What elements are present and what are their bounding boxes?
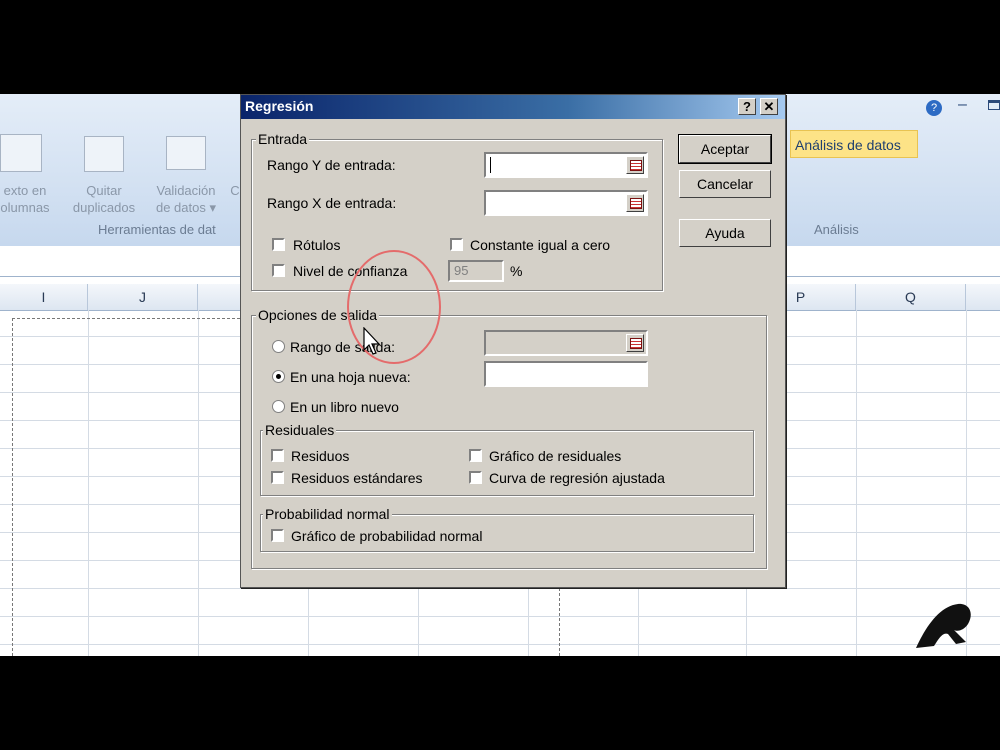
data-validation-icon [166,136,206,170]
constante-checkbox[interactable] [450,238,463,251]
hoja-nueva-label[interactable]: En una hoja nueva: [290,368,411,386]
restore-icon[interactable] [988,100,1000,110]
grafico-residuales-checkbox[interactable] [469,449,482,462]
rango-y-input[interactable] [484,152,648,178]
validacion-line2: de datos ▾ [155,200,216,215]
watermark-logo-icon [916,603,971,648]
nivel-unit: % [510,263,523,279]
grid-line [0,616,1000,617]
ayuda-button[interactable]: Ayuda [679,219,771,247]
help-button[interactable]: ? [738,98,756,115]
aceptar-button[interactable]: Aceptar [678,134,772,164]
cancelar-button[interactable]: Cancelar [679,170,771,198]
residuos-estandares-checkbox[interactable] [271,471,284,484]
probabilidad-legend: Probabilidad normal [263,506,392,522]
quitar-line2: duplicados [72,200,136,215]
rango-salida-input[interactable] [484,330,648,356]
rotulos-label[interactable]: Rótulos [293,236,340,254]
opciones-salida-group: Opciones de salida Rango de salida: En u… [251,307,767,569]
grafico-probabilidad-label[interactable]: Gráfico de probabilidad normal [291,527,482,545]
text-cursor [490,157,491,173]
dialog-title-bar[interactable]: Regresión ? ✕ [241,95,785,119]
group-analisis-label: Análisis [814,222,859,237]
grid-line [198,310,199,656]
grid-line [856,310,857,656]
grafico-residuales-label[interactable]: Gráfico de residuales [489,447,621,465]
hoja-nueva-input[interactable] [484,361,648,387]
constante-label[interactable]: Constante igual a cero [470,236,610,254]
text-to-columns-icon [0,134,42,172]
rango-x-input[interactable] [484,190,648,216]
libro-nuevo-label[interactable]: En un libro nuevo [290,398,399,416]
rango-x-label: Rango X de entrada: [267,195,397,211]
nivel-confianza-input[interactable]: 95 [448,260,504,282]
copy-selection-border [12,318,13,656]
range-selector-icon[interactable] [626,194,644,212]
residuos-estandares-label[interactable]: Residuos estándares [291,469,423,487]
rotulos-checkbox[interactable] [272,238,285,251]
column-header-j[interactable]: J [88,284,198,310]
dialog-title: Regresión [245,98,314,114]
hoja-nueva-radio[interactable] [272,370,285,383]
group-herramientas-label: Herramientas de dat [98,222,216,237]
column-header-i[interactable]: I [0,284,88,310]
quitar-line1: Quitar [86,183,122,198]
entrada-legend: Entrada [256,131,310,147]
residuos-checkbox[interactable] [271,449,284,462]
quitar-duplicados-button[interactable]: Quitar duplicados [64,182,144,216]
residuales-legend: Residuales [263,422,337,438]
texto-columnas-line2: olumnas [0,200,50,215]
cursor-highlight-circle [347,250,441,364]
grid-line [0,644,1000,645]
validacion-line1: Validación [156,183,216,198]
validacion-datos-button[interactable]: Validación de datos ▾ [146,182,226,216]
grid-line [0,588,1000,589]
close-button[interactable]: ✕ [760,98,778,115]
entrada-group: Entrada Rango Y de entrada: Rango X de e… [251,131,663,291]
minimize-button[interactable]: – [958,96,967,114]
range-selector-icon[interactable] [626,156,644,174]
regression-dialog: Regresión ? ✕ Entrada Rango Y de entrada… [240,94,786,588]
column-header-r[interactable] [966,284,1000,310]
texto-en-columnas-button[interactable]: exto en olumnas [0,182,60,216]
help-icon[interactable]: ? [926,100,942,116]
curva-regresion-label[interactable]: Curva de regresión ajustada [489,469,665,487]
rango-y-label: Rango Y de entrada: [267,157,396,173]
probabilidad-normal-group: Probabilidad normal Gráfico de probabili… [260,506,754,552]
texto-columnas-line1: exto en [3,183,47,198]
analisis-de-datos-button[interactable]: Análisis de datos [790,130,918,158]
curva-regresion-checkbox[interactable] [469,471,482,484]
rango-salida-radio[interactable] [272,340,285,353]
remove-duplicates-icon [84,136,124,172]
grid-line [88,310,89,656]
column-header-q[interactable]: Q [856,284,966,310]
libro-nuevo-radio[interactable] [272,400,285,413]
range-selector-icon[interactable] [626,334,644,352]
residuos-label[interactable]: Residuos [291,447,349,465]
residuales-group: Residuales Residuos Gráfico de residuale… [260,422,754,496]
mouse-pointer-icon [363,327,381,355]
grafico-probabilidad-checkbox[interactable] [271,529,284,542]
nivel-confianza-checkbox[interactable] [272,264,285,277]
